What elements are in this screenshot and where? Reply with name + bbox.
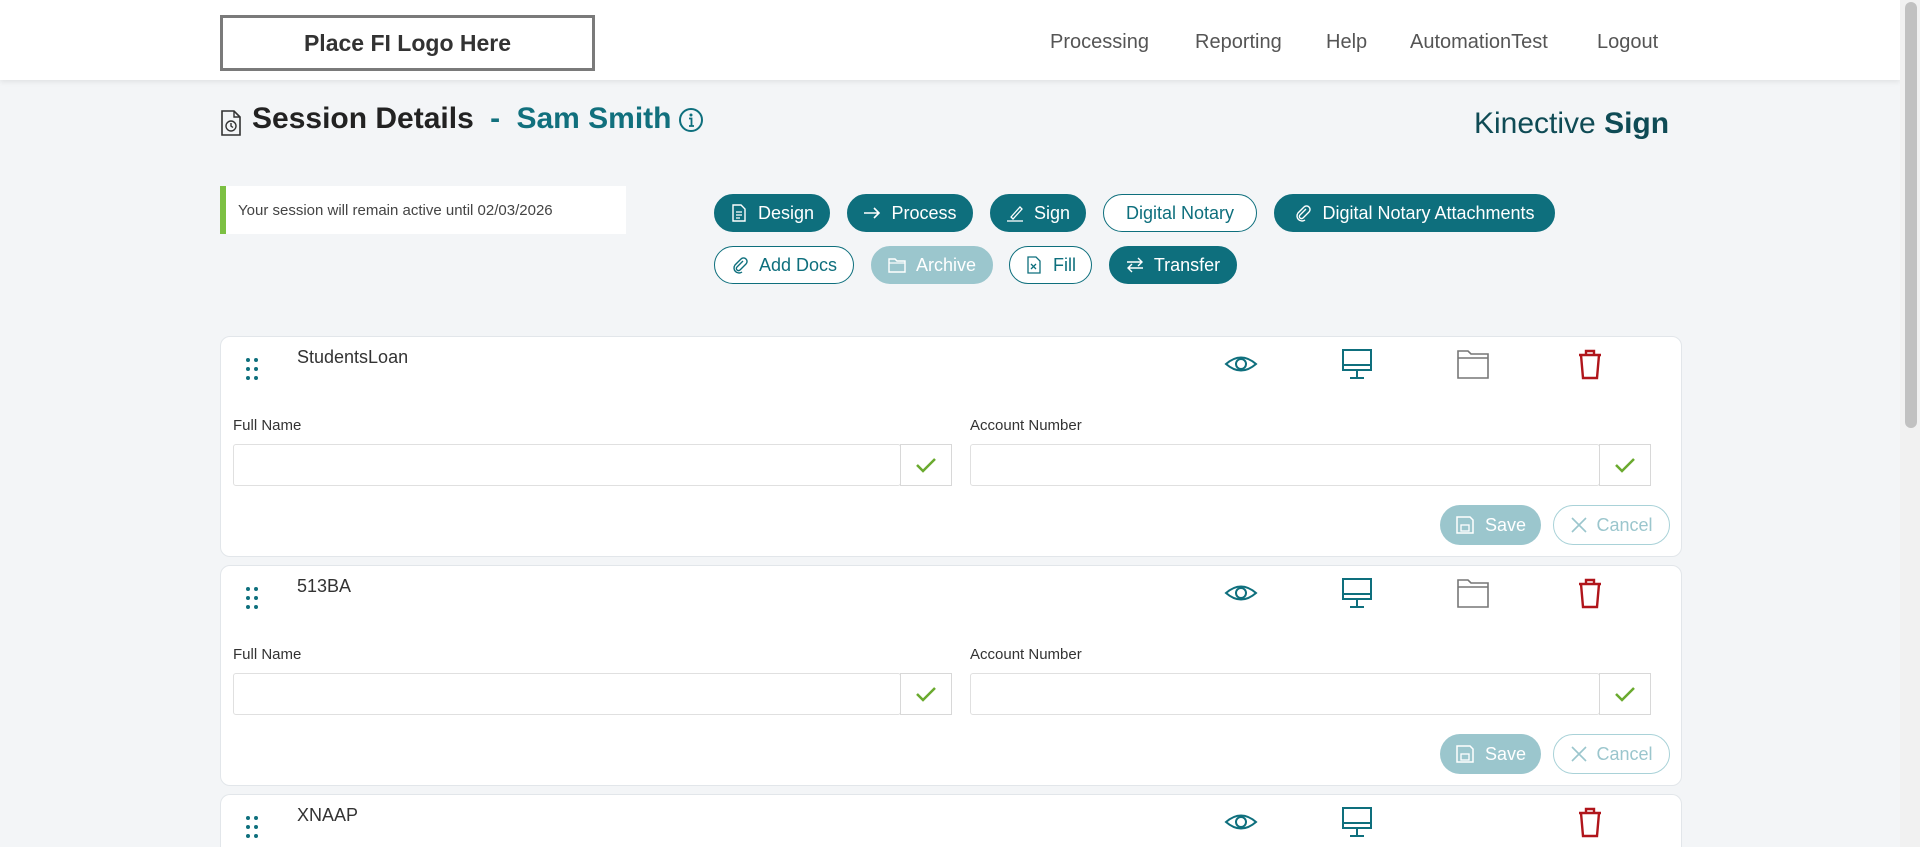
- process-label: Process: [891, 202, 957, 223]
- scrollbar-thumb[interactable]: [1905, 2, 1917, 428]
- trash-icon[interactable]: [1573, 805, 1607, 839]
- logo-placeholder[interactable]: Place FI Logo Here: [220, 15, 595, 71]
- save-label: Save: [1484, 743, 1527, 764]
- cancel-button[interactable]: Cancel: [1553, 734, 1670, 774]
- account-number-label: Account Number: [970, 646, 1082, 663]
- archive-label: Archive: [915, 254, 977, 275]
- save-label: Save: [1484, 514, 1527, 535]
- save-button[interactable]: Save: [1440, 734, 1541, 774]
- design-label: Design: [757, 202, 815, 223]
- confirm-full-name-button[interactable]: [900, 673, 952, 715]
- cancel-button[interactable]: Cancel: [1553, 505, 1670, 545]
- eye-icon[interactable]: [1224, 805, 1258, 839]
- document-name: 513BA: [297, 576, 352, 596]
- digital-notary-attachments-label: Digital Notary Attachments: [1322, 202, 1535, 223]
- full-name-label: Full Name: [233, 646, 302, 663]
- checkmark-icon: [1615, 687, 1635, 702]
- nav-logout[interactable]: Logout: [1597, 0, 1658, 84]
- digital-notary-attachments-button[interactable]: Digital Notary Attachments: [1274, 194, 1555, 232]
- monitor-icon[interactable]: [1340, 576, 1374, 610]
- customer-name: Sam Smith: [516, 102, 672, 135]
- brand-logo: Kinective Sign: [1474, 107, 1669, 141]
- monitor-icon[interactable]: [1340, 805, 1374, 839]
- account-number-input[interactable]: [970, 673, 1600, 715]
- form-fill-icon: [1027, 256, 1041, 274]
- document-name: StudentsLoan: [297, 347, 409, 367]
- fill-label: Fill: [1053, 254, 1076, 275]
- title-separator: -: [490, 102, 501, 135]
- cancel-label: Cancel: [1596, 743, 1653, 764]
- save-icon: [1456, 745, 1474, 763]
- folder-icon: [888, 258, 906, 273]
- document-icon: [732, 204, 746, 222]
- document-name: XNAAP: [297, 805, 359, 825]
- brand-light: Kinective: [1474, 107, 1596, 140]
- signature-icon: [1006, 206, 1023, 222]
- checkmark-icon: [916, 687, 936, 702]
- arrow-right-icon: [864, 207, 881, 219]
- brand-bold: Sign: [1604, 107, 1670, 140]
- transfer-button[interactable]: Transfer: [1109, 246, 1237, 284]
- nav-processing[interactable]: Processing: [1050, 0, 1149, 84]
- folder-icon[interactable]: [1456, 347, 1490, 381]
- confirm-account-number-button[interactable]: [1599, 673, 1651, 715]
- eye-icon[interactable]: [1224, 347, 1258, 381]
- save-button[interactable]: Save: [1440, 505, 1541, 545]
- transfer-arrows-icon: [1126, 257, 1143, 273]
- transfer-label: Transfer: [1153, 254, 1221, 275]
- confirm-full-name-button[interactable]: [900, 444, 952, 486]
- design-button[interactable]: Design: [714, 194, 830, 232]
- nav-help[interactable]: Help: [1326, 0, 1367, 84]
- digital-notary-label: Digital Notary: [1125, 202, 1235, 223]
- drag-handle-icon[interactable]: [245, 586, 259, 610]
- page-title: Session Details - Sam Smith: [252, 102, 672, 136]
- document-card: 513BA Full Name Account Number Save Canc…: [220, 565, 1682, 786]
- account-number-input[interactable]: [970, 444, 1600, 486]
- page-title-text: Session Details: [252, 102, 474, 135]
- eye-icon[interactable]: [1224, 576, 1258, 610]
- cancel-label: Cancel: [1596, 514, 1653, 535]
- paperclip-icon: [733, 257, 748, 274]
- checkmark-icon: [1615, 458, 1635, 473]
- document-card: XNAAP: [220, 794, 1682, 847]
- trash-icon[interactable]: [1573, 576, 1607, 610]
- monitor-icon[interactable]: [1340, 347, 1374, 381]
- close-icon: [1571, 517, 1588, 533]
- nav-user-menu[interactable]: AutomationTest: [1410, 0, 1548, 84]
- sign-button[interactable]: Sign: [990, 194, 1086, 232]
- full-name-label: Full Name: [233, 417, 302, 434]
- trash-icon[interactable]: [1573, 347, 1607, 381]
- process-button[interactable]: Process: [847, 194, 973, 232]
- fill-button[interactable]: Fill: [1009, 246, 1092, 284]
- info-icon[interactable]: [678, 107, 704, 133]
- drag-handle-icon[interactable]: [245, 357, 259, 381]
- save-icon: [1456, 516, 1474, 534]
- full-name-input[interactable]: [233, 444, 901, 486]
- document-card: StudentsLoan Full Name Account Number Sa…: [220, 336, 1682, 557]
- full-name-input[interactable]: [233, 673, 901, 715]
- checkmark-icon: [916, 458, 936, 473]
- top-navigation-bar: Place FI Logo Here Processing Reporting …: [0, 0, 1900, 80]
- paperclip-icon: [1296, 205, 1312, 222]
- drag-handle-icon[interactable]: [245, 815, 259, 839]
- account-number-label: Account Number: [970, 417, 1082, 434]
- add-docs-button[interactable]: Add Docs: [714, 246, 854, 284]
- folder-icon[interactable]: [1456, 576, 1490, 610]
- sign-label: Sign: [1033, 202, 1071, 223]
- close-icon: [1571, 746, 1588, 762]
- archive-button[interactable]: Archive: [871, 246, 993, 284]
- nav-reporting[interactable]: Reporting: [1195, 0, 1282, 84]
- confirm-account-number-button[interactable]: [1599, 444, 1651, 486]
- page-scrollbar[interactable]: [1900, 0, 1920, 847]
- session-timeout-notice: Your session will remain active until 02…: [220, 186, 626, 234]
- add-docs-label: Add Docs: [758, 254, 838, 275]
- session-history-icon: [221, 110, 241, 136]
- digital-notary-button[interactable]: Digital Notary: [1103, 194, 1257, 232]
